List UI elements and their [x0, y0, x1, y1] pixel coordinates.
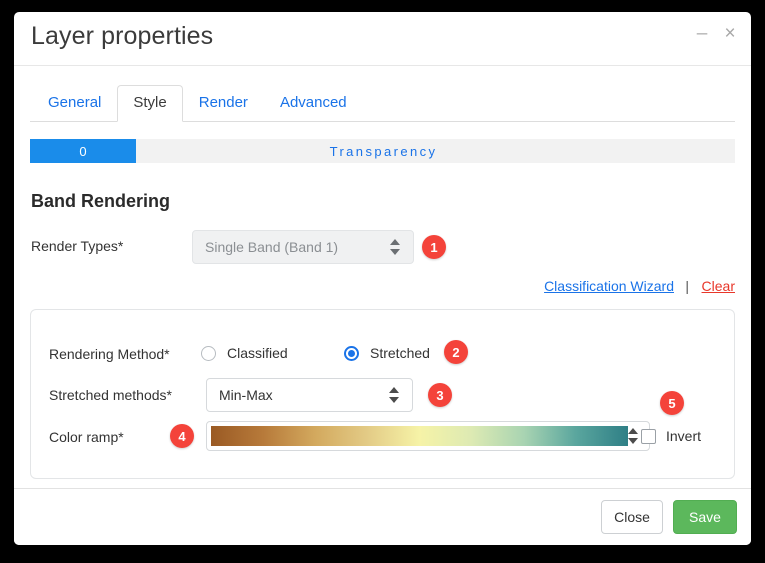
dialog-titlebar: Layer properties – ×	[14, 12, 751, 66]
rendering-method-label: Rendering Method*	[49, 346, 170, 362]
invert-checkbox[interactable]: Invert	[641, 428, 701, 444]
classification-wizard-link[interactable]: Classification Wizard	[544, 278, 674, 294]
dialog-footer: Close Save	[14, 488, 751, 545]
tab-bar: General Style Render Advanced	[30, 85, 735, 122]
tab-style[interactable]: Style	[117, 85, 183, 122]
chevron-updown-icon	[389, 386, 400, 404]
badge-2: 2	[444, 340, 468, 364]
tab-advanced[interactable]: Advanced	[264, 85, 363, 122]
close-button[interactable]: Close	[601, 500, 663, 534]
badge-1: 1	[422, 235, 446, 259]
radio-classified-label: Classified	[227, 345, 288, 361]
color-ramp-label: Color ramp*	[49, 429, 124, 445]
render-types-value: Single Band (Band 1)	[205, 239, 339, 255]
stretched-methods-label: Stretched methods*	[49, 387, 172, 403]
render-types-row: Render Types* Single Band (Band 1) 1	[14, 230, 751, 264]
stretched-methods-select[interactable]: Min-Max	[206, 378, 413, 412]
layer-properties-dialog: Layer properties – × General Style Rende…	[14, 12, 751, 545]
badge-5: 5	[660, 391, 684, 415]
band-rendering-heading: Band Rendering	[31, 191, 171, 211]
color-ramp-select[interactable]	[206, 421, 650, 451]
transparency-slider[interactable]: 0 Transparency	[30, 139, 735, 163]
color-ramp-gradient	[211, 426, 628, 446]
clear-link[interactable]: Clear	[702, 278, 735, 294]
save-button[interactable]: Save	[673, 500, 737, 534]
radio-stretched-icon	[344, 345, 359, 361]
checkbox-icon	[641, 428, 656, 444]
tab-general[interactable]: General	[32, 85, 117, 122]
chevron-updown-icon	[390, 238, 401, 256]
tab-render[interactable]: Render	[183, 85, 264, 122]
chevron-updown-icon	[628, 427, 639, 445]
transparency-label: Transparency	[329, 143, 438, 159]
badge-3: 3	[428, 383, 452, 407]
radio-classified-icon	[201, 345, 216, 361]
stretched-settings-panel: Rendering Method* Classified Stretched 2…	[30, 309, 735, 479]
badge-4: 4	[170, 424, 194, 448]
classification-links-row: Classification Wizard | Clear	[14, 278, 751, 300]
link-separator: |	[685, 278, 689, 294]
radio-stretched[interactable]: Stretched	[344, 345, 430, 361]
stretched-methods-value: Min-Max	[219, 387, 273, 403]
render-types-select[interactable]: Single Band (Band 1)	[192, 230, 414, 264]
invert-label: Invert	[666, 428, 702, 444]
radio-classified[interactable]: Classified	[201, 345, 288, 361]
dialog-title: Layer properties	[31, 22, 214, 50]
radio-stretched-label: Stretched	[370, 345, 430, 361]
close-icon[interactable]: ×	[721, 24, 739, 44]
minimize-icon[interactable]: –	[694, 24, 710, 44]
render-types-label: Render Types*	[31, 238, 124, 254]
